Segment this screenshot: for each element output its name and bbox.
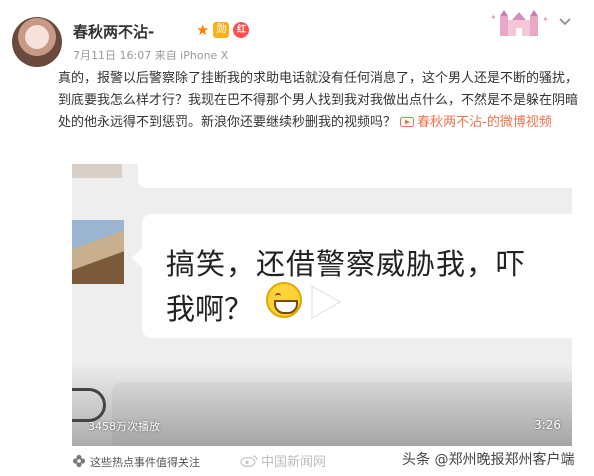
- star-icon[interactable]: ★: [196, 21, 209, 39]
- video-chat-avatar: [72, 220, 124, 284]
- watermark-toutiao: 头条 @郑州晚报郑州客户端: [402, 452, 575, 468]
- view-count: 3458万次播放: [88, 420, 160, 433]
- video-chat-avatar-top: [72, 164, 122, 178]
- chevron-down-icon[interactable]: [557, 14, 573, 30]
- svg-text:✦: ✦: [490, 13, 497, 22]
- avatar[interactable]: [12, 17, 62, 67]
- flower-icon: [72, 454, 86, 468]
- svg-text:✦: ✦: [542, 15, 549, 24]
- video-link[interactable]: 春秋两不沾-的微博视频: [400, 115, 552, 130]
- video-chat-text-line2: 我啊？: [166, 292, 254, 326]
- grin-emoji-icon: [266, 282, 302, 318]
- video-chat-bubble-top: [138, 164, 572, 188]
- play-icon: [400, 117, 415, 127]
- video-link-label: 春秋两不沾-的微博视频: [417, 115, 552, 130]
- watermark-chinanews: 中国新闻网: [240, 451, 326, 470]
- verified-icon[interactable]: 红: [233, 22, 250, 38]
- hot-topic-link[interactable]: 这些热点事件值得关注: [90, 454, 200, 470]
- user-badges: ★ 勋 红: [196, 21, 250, 39]
- post-meta: 7月11日 16:07 来自 iPhone X: [73, 49, 229, 62]
- castle-decoration-icon: ✦ ✦: [490, 10, 549, 36]
- watermark-chinanews-text: 中国新闻网: [261, 455, 327, 470]
- video-player[interactable]: 搞笑，还借警察威胁我，吓 我啊？ 3458万次播放 3:26: [72, 164, 572, 446]
- medal-icon[interactable]: 勋: [213, 22, 230, 38]
- username[interactable]: 春秋两不沾-: [73, 21, 154, 42]
- play-button-icon[interactable]: [304, 282, 344, 322]
- video-chat-text-line1: 搞笑，还借警察威胁我，吓: [166, 247, 527, 281]
- video-duration: 3:26: [534, 418, 561, 432]
- weibo-logo-icon: [240, 455, 258, 467]
- post-content: 真的，报警以后警察除了挂断我的求助电话就没有任何消息了，这个男人还是不断的骚扰，…: [58, 68, 578, 134]
- sound-icon[interactable]: [72, 388, 106, 422]
